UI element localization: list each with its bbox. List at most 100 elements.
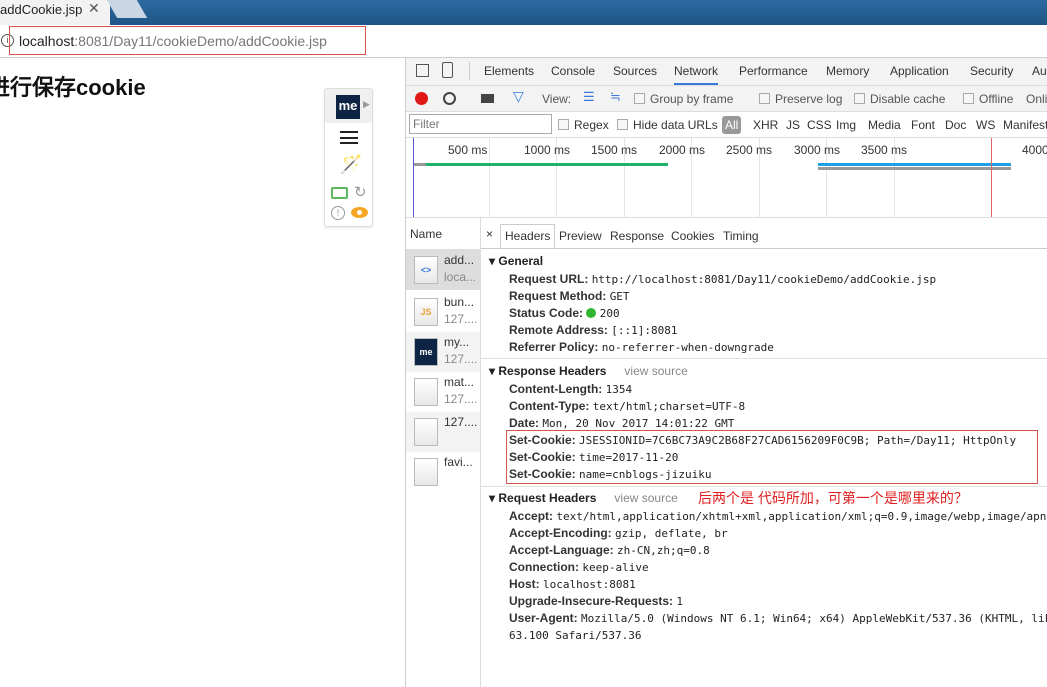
tab-title: addCookie.jsp [0,2,83,17]
view-label: View: [542,92,572,106]
type-manifest[interactable]: Manifest [1003,118,1047,132]
detail-tab-response[interactable]: Response [610,229,664,243]
header-row: Content-Length: 1354 [509,382,633,396]
header-row: Accept-Encoding: gzip, deflate, br [509,526,728,540]
filter-icon[interactable]: ▽ [513,88,524,105]
tab-application[interactable]: Application [890,64,949,78]
detail-tab-timing[interactable]: Timing [723,229,759,243]
timeline-tick: 3000 ms [794,143,841,157]
magic-wand-icon[interactable]: 🪄 [340,154,362,175]
timeline-tick: 2000 ms [659,143,706,157]
new-tab-button[interactable] [106,0,148,18]
record-button[interactable] [415,92,428,105]
extension-panel: me ▶ 🪄 ↻ ! [324,88,373,227]
inspect-icon[interactable] [416,64,429,77]
request-row[interactable]: JS bun... 127.... [406,292,480,332]
group-by-frame-checkbox[interactable]: Group by frame [634,92,733,106]
set-cookie-row: Set-Cookie: name=cnblogs-jizuiku [509,467,712,481]
tab-sources[interactable]: Sources [613,64,657,78]
view-source-link[interactable]: view source [624,364,687,378]
request-row[interactable]: me my... 127.... [406,332,480,372]
expand-arrow-icon[interactable]: ▶ [363,99,370,110]
alert-icon[interactable]: ! [331,206,345,220]
header-row: Request Method: GET [509,289,630,303]
devtools-tabbar: Elements Console Sources Network Perform… [406,58,1047,86]
tab-performance[interactable]: Performance [739,64,808,78]
request-row[interactable]: 127.... [406,412,480,452]
tab-console[interactable]: Console [551,64,595,78]
name-column-header[interactable]: Name [410,227,442,241]
tab-memory[interactable]: Memory [826,64,869,78]
file-icon [414,378,438,406]
request-row[interactable]: favi... [406,452,480,492]
request-list: Name <> add... loca... JS bun... 127.... me m… [406,218,481,687]
regex-checkbox[interactable]: Regex [558,118,609,132]
set-cookie-row: Set-Cookie: JSESSIONID=7C6BC73A9C2B68F27… [509,433,1017,447]
timeline-tick: 4000 [1022,143,1047,157]
me-logo-icon[interactable]: me [336,95,360,119]
detail-tab-preview[interactable]: Preview [559,229,602,243]
request-details: × Headers Preview Response Cookies Timin… [481,218,1047,687]
header-row-continuation: 63.100 Safari/537.36 [509,629,642,642]
type-all-button[interactable]: All [722,116,742,134]
type-ws[interactable]: WS [976,118,995,132]
set-cookie-row: Set-Cookie: time=2017-11-20 [509,450,679,464]
tab-audits[interactable]: Au [1032,64,1047,78]
preserve-log-checkbox[interactable]: Preserve log [759,92,842,106]
overview-icon[interactable]: ≒ [610,89,621,105]
browser-tabstrip: addCookie.jsp ✕ [0,0,1047,25]
file-icon [414,418,438,446]
header-row: Referrer Policy: no-referrer-when-downgr… [509,340,774,354]
dcl-marker [413,138,414,218]
timeline-bar [818,167,1011,170]
detail-tab-headers[interactable]: Headers [500,224,556,248]
type-xhr[interactable]: XHR [753,118,778,132]
eye-icon[interactable] [351,207,368,218]
me-file-icon: me [414,338,438,366]
refresh-icon[interactable]: ↻ [354,183,367,201]
close-tab-icon[interactable]: ✕ [88,0,100,17]
view-source-link[interactable]: view source [614,491,677,505]
type-css[interactable]: CSS [807,118,832,132]
response-headers-toggle[interactable]: ▾ Response Headers view source [489,364,688,378]
header-row: Accept: text/html,application/xhtml+xml,… [509,509,1047,523]
large-rows-icon[interactable]: ☰ [583,89,595,105]
offline-checkbox[interactable]: Offline [963,92,1013,106]
filter-input[interactable] [409,114,552,134]
timeline-bar [426,163,668,166]
tab-network[interactable]: Network [674,64,719,85]
url-input[interactable]: localhost:8081/Day11/cookieDemo/addCooki… [19,33,327,49]
header-row: Remote Address: [::1]:8081 [509,323,678,337]
clear-icon[interactable] [443,92,456,105]
type-js[interactable]: JS [786,118,800,132]
tab-security[interactable]: Security [970,64,1013,78]
hide-data-urls-checkbox[interactable]: Hide data URLs [617,118,718,132]
header-row: User-Agent: Mozilla/5.0 (Windows NT 6.1;… [509,611,1047,625]
device-toolbar-icon[interactable] [442,62,453,78]
timeline-tick: 1500 ms [591,143,638,157]
timeline-bar [413,163,426,166]
address-bar: i localhost:8081/Day11/cookieDemo/addCoo… [0,25,1047,58]
timeline-tick: 1000 ms [524,143,571,157]
header-row: Host: localhost:8081 [509,577,636,591]
tab-elements[interactable]: Elements [484,64,534,78]
request-headers-toggle[interactable]: ▾ Request Headers view source [489,491,678,505]
type-font[interactable]: Font [911,118,935,132]
request-row[interactable]: <> add... loca... [406,250,480,290]
header-row: Accept-Language: zh-CN,zh;q=0.8 [509,543,710,557]
detail-tab-cookies[interactable]: Cookies [671,229,714,243]
close-details-icon[interactable]: × [486,227,493,241]
type-doc[interactable]: Doc [945,118,966,132]
annotation-text: 后两个是 代码所加，可第一个是哪里来的？ [698,490,968,506]
request-row[interactable]: mat... 127.... [406,372,480,412]
camera-icon[interactable] [481,94,494,103]
general-section-toggle[interactable]: ▾ General [489,254,543,268]
type-media[interactable]: Media [868,118,901,132]
cast-icon[interactable] [331,187,348,199]
type-img[interactable]: Img [836,118,856,132]
throttling-select[interactable]: Onli [1026,92,1047,106]
header-row: Status Code: 200 [509,306,620,320]
page-heading: 进行保存cookie [0,75,146,100]
disable-cache-checkbox[interactable]: Disable cache [854,92,945,106]
menu-icon[interactable] [340,131,358,144]
